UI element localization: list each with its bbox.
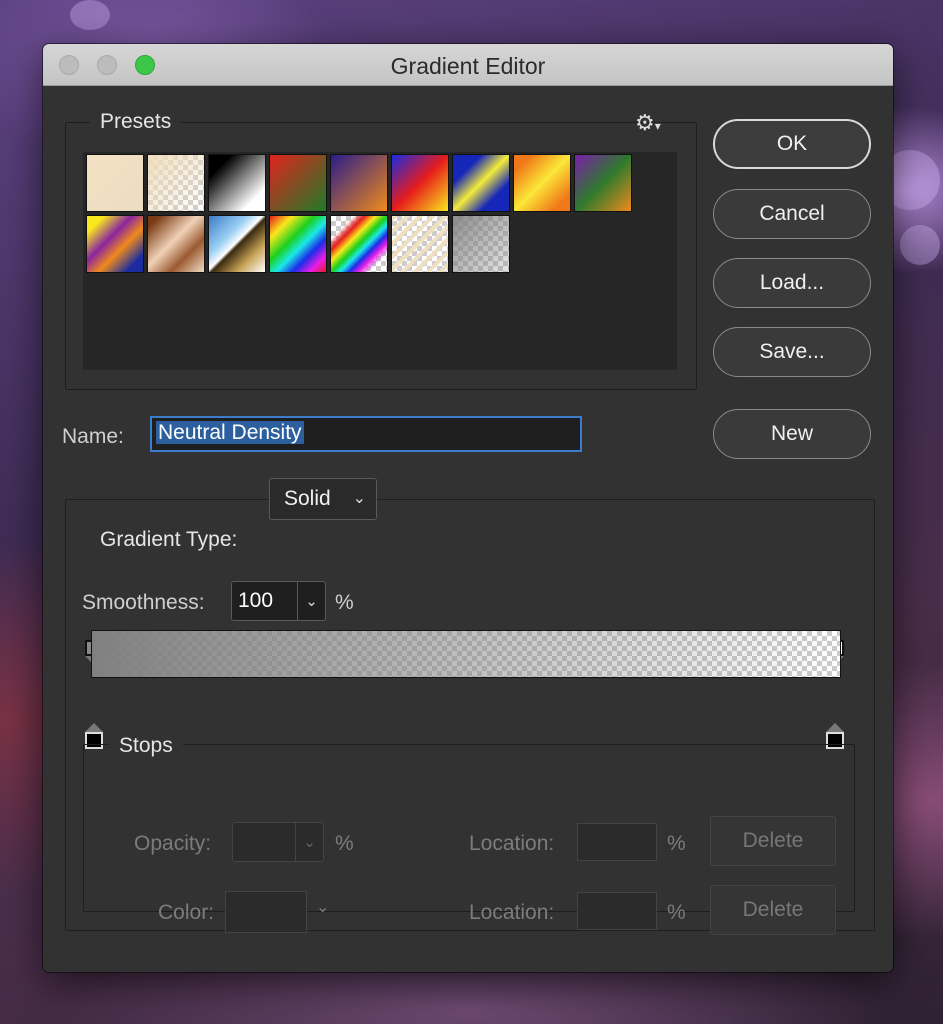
opacity-location-label: Location: [469, 832, 555, 855]
cancel-button[interactable]: Cancel [713, 189, 871, 239]
preset-swatch-red-green[interactable] [269, 154, 327, 212]
smoothness-label: Smoothness: [82, 591, 205, 614]
opacity-location-input [577, 823, 657, 861]
opacity-unit: % [335, 832, 354, 855]
color-location-unit: % [667, 901, 686, 924]
ok-button[interactable]: OK [713, 119, 871, 169]
window-title: Gradient Editor [390, 53, 546, 79]
gradient-fill [92, 631, 840, 677]
color-swatch-field [225, 891, 307, 933]
gear-icon[interactable]: ⚙▾ [635, 110, 661, 136]
title-bar: Gradient Editor [43, 44, 893, 86]
preset-swatch-yellow-violet-orange-blue[interactable] [86, 215, 144, 273]
save-button[interactable]: Save... [713, 327, 871, 377]
preset-swatch-transparent-rainbow[interactable] [330, 215, 388, 273]
opacity-location-unit: % [667, 832, 686, 855]
color-location-label: Location: [469, 901, 555, 924]
smoothness-value: 100 [238, 589, 274, 612]
dialog-content: Presets ⚙▾ OK Cancel Load... Save... New… [43, 86, 893, 972]
gradient-name-value: Neutral Density [156, 421, 304, 444]
chevron-down-icon: ⌄ [295, 823, 323, 861]
chevron-down-icon: ⌄ [316, 899, 330, 916]
background-bokeh [70, 0, 110, 30]
preset-swatch-violet-orange[interactable] [330, 154, 388, 212]
preset-swatch-transparent-stripes[interactable] [391, 215, 449, 273]
preset-swatch-copper[interactable] [147, 215, 205, 273]
presets-label: Presets [90, 110, 182, 134]
gradient-name-input[interactable]: Neutral Density [150, 416, 582, 452]
chevron-down-icon: ⌄ [352, 490, 366, 507]
smoothness-combo[interactable]: 100 ⌄ [231, 581, 326, 621]
delete-color-stop-button: Delete [710, 885, 836, 935]
load-button[interactable]: Load... [713, 258, 871, 308]
preset-swatch-spectrum[interactable] [269, 215, 327, 273]
smoothness-unit: % [335, 591, 354, 614]
name-label: Name: [62, 425, 124, 448]
opacity-combo: ⌄ [232, 822, 324, 862]
color-label: Color: [158, 901, 215, 924]
preset-swatch-neutral-density[interactable] [452, 215, 510, 273]
gradient-type-dropdown[interactable]: Solid ⌄ [269, 478, 377, 520]
opacity-label: Opacity: [134, 832, 212, 855]
preset-swatch-foreground-to-background[interactable] [86, 154, 144, 212]
color-location-input [577, 892, 657, 930]
gradient-editor-window: Gradient Editor Presets ⚙▾ OK Cancel Loa… [43, 44, 893, 972]
preset-swatch-black-white[interactable] [208, 154, 266, 212]
delete-opacity-stop-button: Delete [710, 816, 836, 866]
gradient-type-value: Solid [284, 487, 331, 510]
new-button[interactable]: New [713, 409, 871, 459]
background-bokeh [900, 225, 940, 265]
preset-swatch-orange-yellow-orange[interactable] [513, 154, 571, 212]
preset-swatch-blue-red-yellow[interactable] [391, 154, 449, 212]
chevron-down-icon[interactable]: ⌄ [297, 582, 325, 620]
gradient-preview-bar[interactable] [91, 630, 841, 678]
preset-swatch-chrome[interactable] [208, 215, 266, 273]
preset-swatch-violet-green-orange[interactable] [574, 154, 632, 212]
preset-swatch-blue-yellow-blue[interactable] [452, 154, 510, 212]
stops-label: Stops [109, 734, 183, 758]
preset-swatch-foreground-to-transparent[interactable] [147, 154, 205, 212]
gradient-type-label: Gradient Type: [90, 528, 248, 552]
